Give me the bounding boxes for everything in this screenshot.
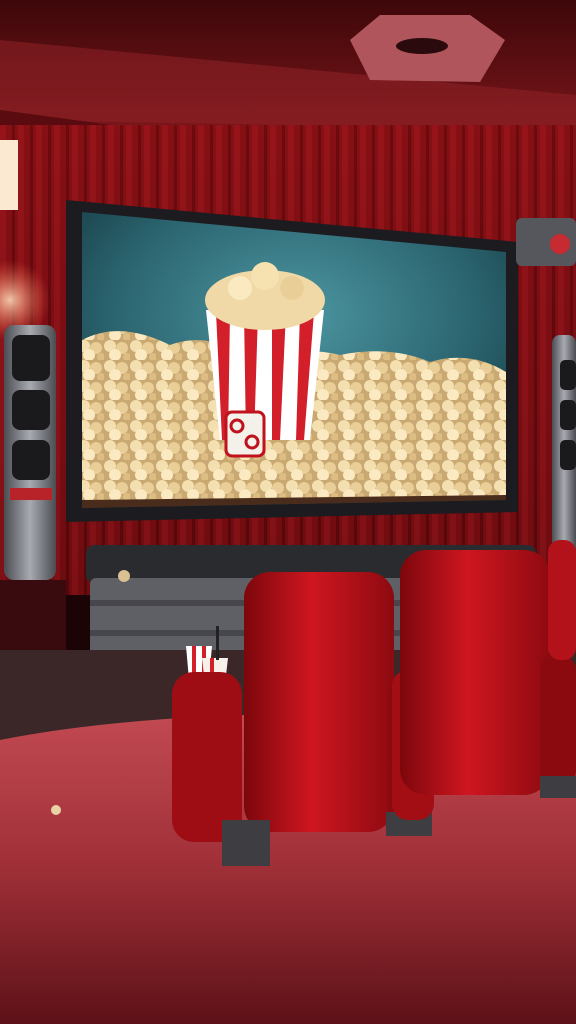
ceiling-vent [350, 15, 505, 82]
popcorn-bucket [205, 262, 325, 458]
dropped-popcorn [118, 570, 130, 582]
dropped-popcorn [51, 805, 61, 815]
projection-screen [66, 200, 518, 522]
tower-speaker-right [552, 335, 576, 555]
theater-seat-3 [548, 540, 576, 660]
home-theater-scene [0, 0, 576, 1024]
wall-speaker-right [516, 218, 576, 266]
